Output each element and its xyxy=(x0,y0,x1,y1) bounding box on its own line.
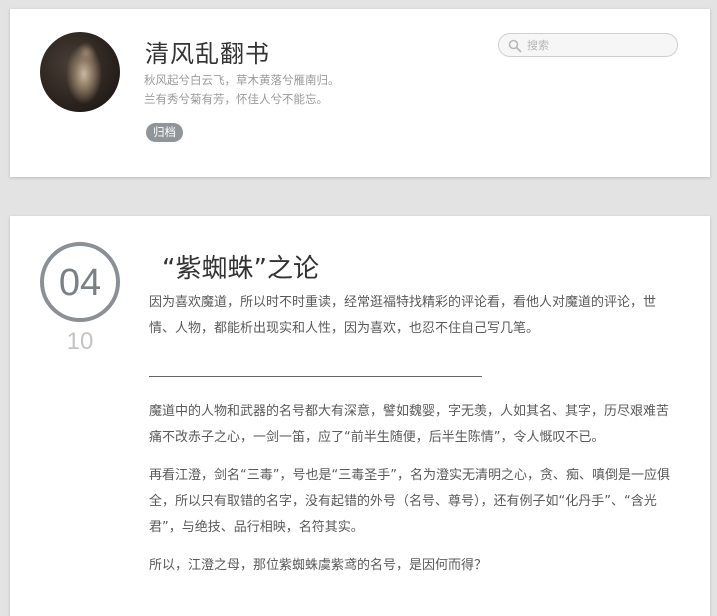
search-box[interactable] xyxy=(498,33,678,57)
post-card: 04 10 “紫蜘蛛”之论 因为喜欢魔道，所以时不时重读，经常逛福特找精彩的评论… xyxy=(10,216,710,616)
blog-title[interactable]: 清风乱翻书 xyxy=(145,34,270,69)
post-date-badge: 04 xyxy=(40,242,120,322)
search-input[interactable] xyxy=(527,36,667,54)
blog-header: 清风乱翻书 秋风起兮白云飞，草木黄落兮雁南归。 兰有秀兮菊有芳，怀佳人兮不能忘。… xyxy=(10,9,710,177)
post-date-day: 04 xyxy=(58,262,102,304)
motto-line-1: 秋风起兮白云飞，草木黄落兮雁南归。 xyxy=(144,73,340,87)
post-date-month: 10 xyxy=(66,328,94,355)
divider-line xyxy=(149,354,482,377)
search-icon xyxy=(508,39,522,53)
archive-link[interactable]: 归档 xyxy=(146,123,183,142)
blog-motto: 秋风起兮白云飞，草木黄落兮雁南归。 兰有秀兮菊有芳，怀佳人兮不能忘。 xyxy=(144,71,340,109)
post-body: 因为喜欢魔道，所以时不时重读，经常逛福特找精彩的评论看，看他人对魔道的评论，世情… xyxy=(149,290,679,591)
post-paragraph: 所以，江澄之母，那位紫蜘蛛虞紫鸢的名号，是因何而得？ xyxy=(149,558,488,573)
motto-line-2: 兰有秀兮菊有芳，怀佳人兮不能忘。 xyxy=(144,92,328,106)
avatar[interactable] xyxy=(40,32,120,112)
post-paragraph: 魔道中的人物和武器的名号都大有深意，譬如魏婴，字无羡，人如其名、其字，历尽艰难苦… xyxy=(149,404,670,445)
post-paragraph: 再看江澄，剑名“三毒”，号也是“三毒圣手”，名为澄实无清明之心，贪、痴、嗔倒是一… xyxy=(149,468,670,535)
post-paragraph: 因为喜欢魔道，所以时不时重读，经常逛福特找精彩的评论看，看他人对魔道的评论，世情… xyxy=(149,295,657,336)
post-title[interactable]: “紫蜘蛛”之论 xyxy=(162,248,319,285)
